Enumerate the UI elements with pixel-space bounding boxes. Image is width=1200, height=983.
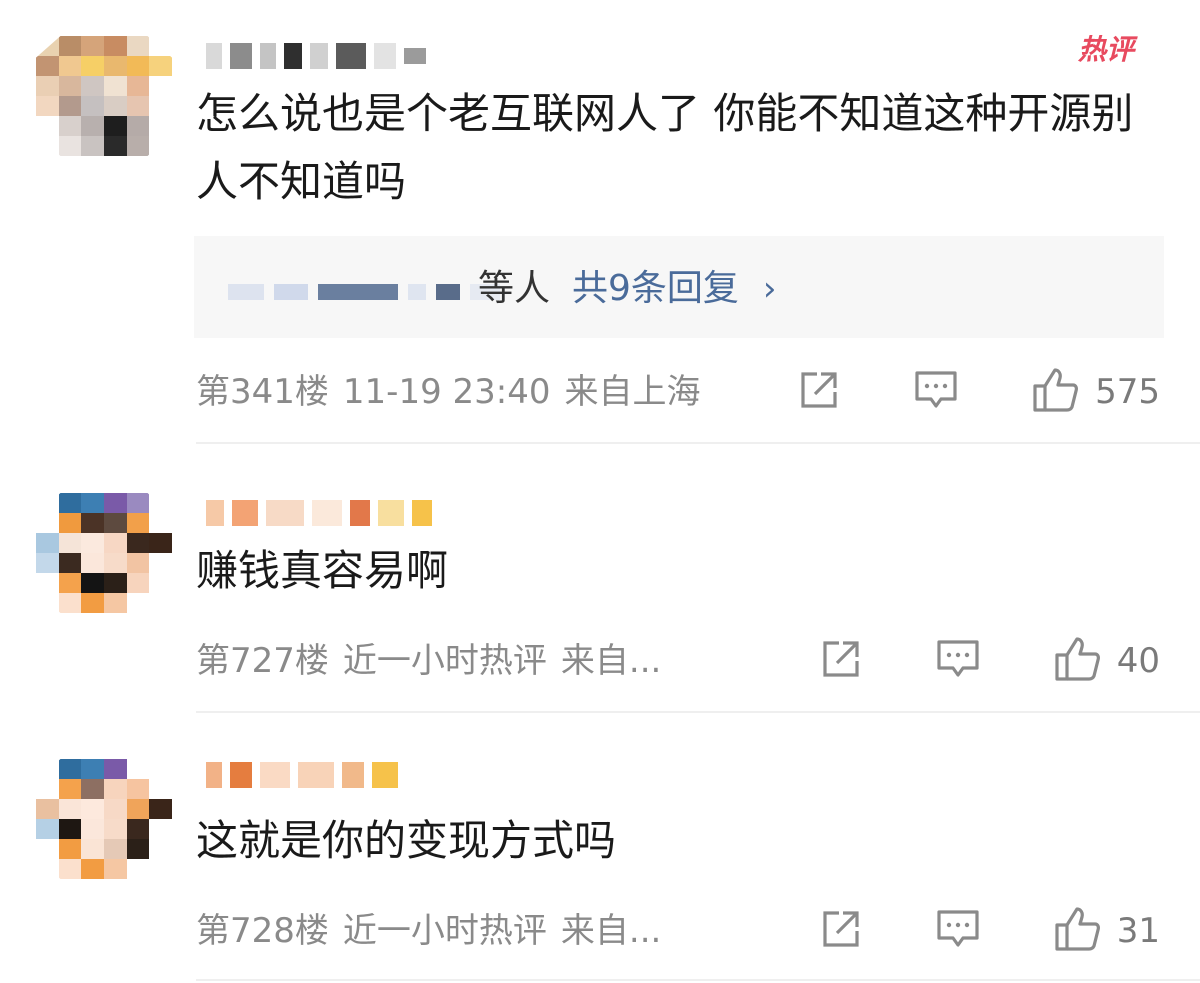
thumbs-up-icon[interactable] [1053, 635, 1101, 687]
divider [196, 979, 1200, 981]
location: 来自... [560, 911, 662, 951]
comment-icon[interactable] [935, 907, 981, 955]
timestamp: 近一小时热评 [342, 911, 547, 951]
comment-actions: 575 [797, 368, 1160, 416]
floor-number: 第728楼 [196, 911, 329, 951]
chevron-right-icon: › [762, 269, 777, 309]
reply-prefix: 等人 [478, 268, 551, 309]
comment-actions: 31 [819, 907, 1160, 955]
comment-meta: 第727楼 近一小时热评 来自... [196, 637, 675, 685]
share-icon[interactable] [797, 368, 841, 416]
username-redacted[interactable] [206, 755, 486, 795]
location: 来自上海 [564, 372, 701, 412]
avatar[interactable] [36, 759, 172, 879]
timestamp: 11-19 23:40 [342, 372, 551, 412]
like-count: 575 [1095, 372, 1160, 412]
thumbs-up-icon[interactable] [1053, 905, 1101, 957]
comment-item: 热评 怎么说也是个老互联网人了 你能不知道这种开源别人不知道吗 等人 共9条回复 ›… [0, 0, 1200, 445]
thumbs-up-icon[interactable] [1031, 366, 1079, 418]
comment-item: 这就是你的变现方式吗 第728楼 近一小时热评 来自... 31 [0, 715, 1200, 983]
share-icon[interactable] [819, 637, 863, 685]
comment-text: 赚钱真容易啊 [196, 546, 449, 595]
replier-names-redacted [228, 284, 510, 300]
timestamp: 近一小时热评 [342, 641, 547, 681]
divider [196, 711, 1200, 713]
comment-icon[interactable] [935, 637, 981, 685]
username-redacted[interactable] [206, 36, 486, 76]
divider [196, 442, 1200, 444]
comment-text: 这就是你的变现方式吗 [196, 816, 617, 865]
hot-comment-badge: 热评 [1078, 33, 1135, 66]
username-redacted[interactable] [206, 493, 486, 533]
floor-number: 第727楼 [196, 641, 329, 681]
avatar[interactable] [36, 36, 172, 156]
comment-item: 赚钱真容易啊 第727楼 近一小时热评 来自... 40 [0, 445, 1200, 715]
like-count: 31 [1116, 911, 1160, 951]
reply-summary[interactable]: 等人 共9条回复 › [194, 236, 1164, 338]
comment-meta: 第728楼 近一小时热评 来自... [196, 907, 675, 955]
avatar[interactable] [36, 493, 172, 613]
location: 来自... [560, 641, 662, 681]
comment-meta: 第341楼 11-19 23:40 来自上海 [196, 368, 715, 416]
comment-icon[interactable] [913, 368, 959, 416]
share-icon[interactable] [819, 907, 863, 955]
floor-number: 第341楼 [196, 372, 329, 412]
comment-actions: 40 [819, 637, 1160, 685]
reply-count-link[interactable]: 共9条回复 [572, 268, 739, 309]
comment-text: 怎么说也是个老互联网人了 你能不知道这种开源别人不知道吗 [196, 89, 1134, 206]
like-count: 40 [1116, 641, 1160, 681]
